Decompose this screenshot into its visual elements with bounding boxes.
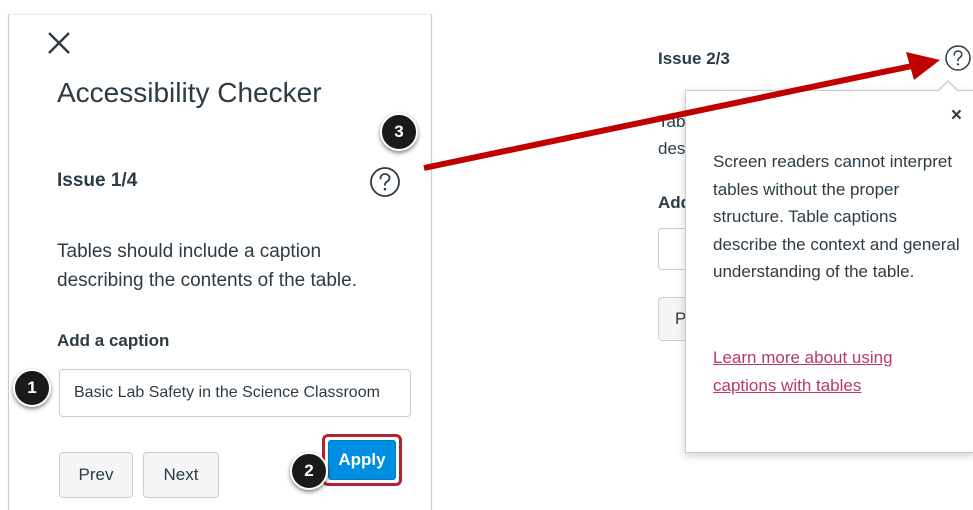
panel-title: Accessibility Checker (57, 77, 322, 108)
apply-button-highlight: Apply (322, 434, 402, 486)
page: Accessibility Checker Issue 1/4 Tables s… (0, 0, 973, 510)
obscured-description-line-1: Tab (658, 112, 686, 131)
next-button[interactable]: Next (143, 452, 219, 498)
popover-help-text: Screen readers cannot interpret tables w… (713, 152, 960, 281)
popover-caret-inner (938, 82, 958, 92)
step-callout-2: 2 (290, 452, 328, 490)
close-icon[interactable] (45, 29, 73, 57)
prev-button[interactable]: Prev (59, 452, 133, 498)
help-icon[interactable] (369, 166, 401, 198)
issue-description: Tables should include a caption describi… (57, 241, 357, 291)
help-popover: × Screen readers cannot interpret tables… (685, 90, 973, 453)
issue-counter: Issue 1/4 (57, 170, 138, 191)
help-icon-active[interactable] (944, 44, 972, 72)
learn-more-link[interactable]: Learn more about using captions with tab… (713, 344, 953, 399)
caption-input[interactable] (59, 369, 411, 417)
obscured-description-line-2: des (658, 139, 686, 158)
right-issue-counter: Issue 2/3 (658, 49, 730, 68)
popover-close-icon[interactable]: × (951, 105, 962, 127)
apply-button[interactable]: Apply (328, 440, 396, 480)
step-callout-1: 1 (13, 369, 51, 407)
step-callout-3: 3 (380, 113, 418, 151)
caption-field-label: Add a caption (57, 331, 170, 350)
